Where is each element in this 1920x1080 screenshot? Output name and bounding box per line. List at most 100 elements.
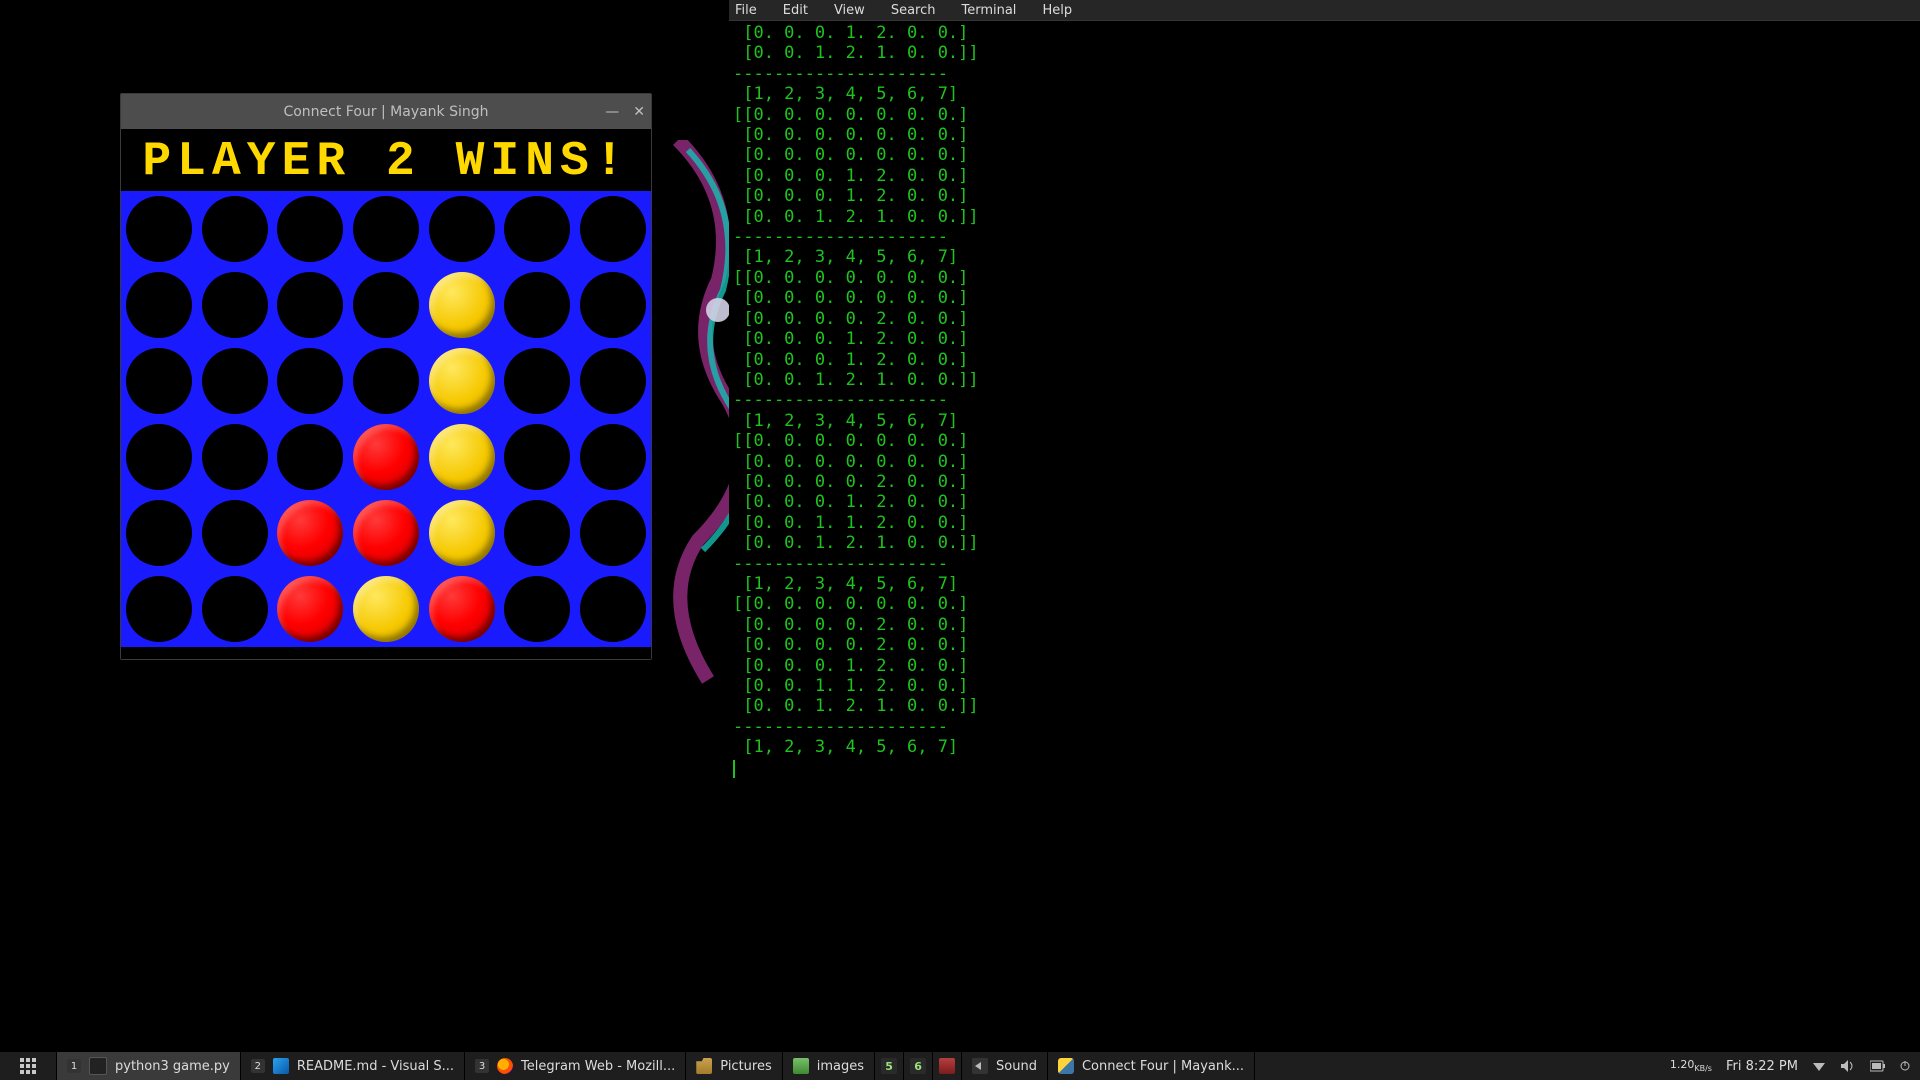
disc-yellow xyxy=(353,576,419,642)
board-slot[interactable] xyxy=(580,500,646,566)
game-canvas[interactable]: PLAYER 2 WINS! xyxy=(121,129,651,659)
task-label: images xyxy=(817,1059,864,1074)
terminal-menu-bar: File Edit View Search Terminal Help xyxy=(729,0,1920,21)
board-slot[interactable] xyxy=(126,576,192,642)
board-slot[interactable] xyxy=(504,196,570,262)
disc-red xyxy=(353,424,419,490)
menu-help[interactable]: Help xyxy=(1042,3,1072,18)
disc-yellow xyxy=(429,272,495,338)
menu-terminal[interactable]: Terminal xyxy=(961,3,1016,18)
board-slot[interactable] xyxy=(580,424,646,490)
terminal-icon xyxy=(89,1057,107,1075)
task-label: Telegram Web - Mozill... xyxy=(521,1059,675,1074)
board-slot[interactable] xyxy=(126,348,192,414)
board-slot[interactable] xyxy=(202,424,268,490)
vscode-icon xyxy=(273,1058,289,1074)
network-speed: 1.20KB/s xyxy=(1670,1058,1712,1073)
status-banner: PLAYER 2 WINS! xyxy=(121,129,651,191)
board-slot[interactable] xyxy=(504,500,570,566)
board-slot[interactable] xyxy=(504,272,570,338)
board-slot[interactable] xyxy=(580,348,646,414)
disc-red xyxy=(277,500,343,566)
task-label: Sound xyxy=(996,1059,1037,1074)
board-slot[interactable] xyxy=(580,272,646,338)
task-images[interactable]: images xyxy=(783,1052,875,1080)
board-slot[interactable] xyxy=(202,348,268,414)
task-label: README.md - Visual S... xyxy=(297,1059,454,1074)
disc-yellow xyxy=(429,500,495,566)
image-icon xyxy=(793,1058,809,1074)
apps-button[interactable] xyxy=(0,1052,57,1080)
board-slot[interactable] xyxy=(202,576,268,642)
board-slot[interactable] xyxy=(429,196,495,262)
disc-yellow xyxy=(429,424,495,490)
close-icon[interactable]: ✕ xyxy=(633,104,645,120)
task-vscode[interactable]: 2 README.md - Visual S... xyxy=(241,1052,465,1080)
board-slot[interactable] xyxy=(504,348,570,414)
connect-four-board[interactable] xyxy=(121,191,651,647)
apps-grid-icon xyxy=(20,1058,36,1074)
task-label: python3 game.py xyxy=(115,1059,230,1074)
board-slot[interactable] xyxy=(202,500,268,566)
board-slot[interactable] xyxy=(277,348,343,414)
board-slot[interactable] xyxy=(504,576,570,642)
task-label: Pictures xyxy=(720,1059,771,1074)
taskbar: 1 python3 game.py 2 README.md - Visual S… xyxy=(0,1052,1920,1080)
workspace-5-icon: 5 xyxy=(881,1058,897,1074)
power-icon[interactable] xyxy=(1900,1061,1910,1071)
board-slot[interactable] xyxy=(277,424,343,490)
task-sound[interactable]: Sound xyxy=(962,1052,1048,1080)
wine-icon xyxy=(939,1058,955,1074)
task-wine[interactable] xyxy=(933,1052,962,1080)
task-connect-four[interactable]: Connect Four | Mayank... xyxy=(1048,1052,1255,1080)
workspace-badge: 1 xyxy=(67,1059,81,1073)
menu-search[interactable]: Search xyxy=(891,3,936,18)
game-window-title: Connect Four | Mayank Singh xyxy=(283,104,488,120)
board-slot[interactable] xyxy=(353,348,419,414)
menu-view[interactable]: View xyxy=(834,3,865,18)
terminal-cursor xyxy=(733,760,735,778)
workspace-badge: 2 xyxy=(251,1059,265,1073)
board-slot[interactable] xyxy=(580,196,646,262)
terminal-output[interactable]: [0. 0. 0. 1. 2. 0. 0.] [0. 0. 1. 2. 1. 0… xyxy=(729,21,1920,778)
task-label: Connect Four | Mayank... xyxy=(1082,1059,1244,1074)
board-slot[interactable] xyxy=(277,272,343,338)
workspace-badge: 3 xyxy=(475,1059,489,1073)
task-python-terminal[interactable]: 1 python3 game.py xyxy=(57,1052,241,1080)
game-titlebar[interactable]: Connect Four | Mayank Singh — ✕ xyxy=(121,94,651,129)
system-tray: 1.20KB/s Fri 8:22 PM xyxy=(1670,1052,1920,1080)
board-slot[interactable] xyxy=(580,576,646,642)
volume-icon[interactable] xyxy=(1840,1059,1856,1073)
game-window: Connect Four | Mayank Singh — ✕ PLAYER 2… xyxy=(120,93,652,660)
task-firefox[interactable]: 3 Telegram Web - Mozill... xyxy=(465,1052,686,1080)
board-slot[interactable] xyxy=(126,500,192,566)
board-slot[interactable] xyxy=(126,196,192,262)
board-slot[interactable] xyxy=(353,196,419,262)
disc-red xyxy=(353,500,419,566)
board-slot[interactable] xyxy=(126,424,192,490)
board-slot[interactable] xyxy=(202,272,268,338)
board-slot[interactable] xyxy=(277,196,343,262)
clock[interactable]: Fri 8:22 PM xyxy=(1726,1059,1798,1074)
firefox-icon xyxy=(497,1058,513,1074)
board-slot[interactable] xyxy=(126,272,192,338)
menu-file[interactable]: File xyxy=(735,3,757,18)
board-slot[interactable] xyxy=(504,424,570,490)
board-slot[interactable] xyxy=(353,272,419,338)
minimize-icon[interactable]: — xyxy=(605,104,619,120)
task-workspace-5[interactable]: 5 xyxy=(875,1052,904,1080)
python-icon xyxy=(1058,1058,1074,1074)
board-slot[interactable] xyxy=(202,196,268,262)
terminal-window: File Edit View Search Terminal Help [0. … xyxy=(729,0,1920,790)
disc-red xyxy=(429,576,495,642)
menu-edit[interactable]: Edit xyxy=(783,3,808,18)
task-pictures[interactable]: Pictures xyxy=(686,1052,782,1080)
disc-red xyxy=(277,576,343,642)
folder-icon xyxy=(696,1058,712,1074)
sound-icon xyxy=(972,1058,988,1074)
battery-icon[interactable] xyxy=(1870,1060,1886,1072)
network-icon[interactable] xyxy=(1812,1059,1826,1073)
disc-yellow xyxy=(429,348,495,414)
workspace-6-icon: 6 xyxy=(910,1058,926,1074)
task-workspace-6[interactable]: 6 xyxy=(904,1052,933,1080)
